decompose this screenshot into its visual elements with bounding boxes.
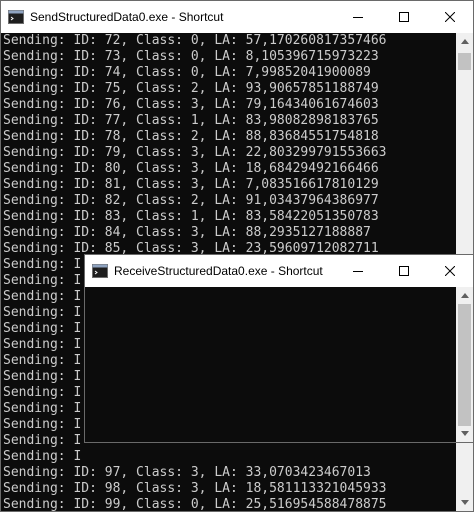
scroll-up-arrow-icon[interactable] xyxy=(456,33,473,50)
console-line: Sending: ID: 79, Class: 3, LA: 22,803299… xyxy=(3,145,387,160)
console-line: Sending: ID: 78, Class: 2, LA: 88,836845… xyxy=(3,129,379,144)
console-line: Sending: ID: 82, Class: 2, LA: 91,034379… xyxy=(3,193,379,208)
console-line: Sending: ID: 77, Class: 1, LA: 83,980828… xyxy=(3,113,379,128)
close-icon xyxy=(445,12,455,22)
receive-titlebar[interactable]: ReceiveStructuredData0.exe - Shortcut xyxy=(85,255,473,287)
send-minimize-button[interactable] xyxy=(335,1,381,33)
console-line: Sending: ID: 72, Class: 0, LA: 57,170260… xyxy=(3,33,387,48)
maximize-icon xyxy=(399,266,409,276)
send-close-button[interactable] xyxy=(427,1,473,33)
receive-maximize-button[interactable] xyxy=(381,255,427,287)
console-line: Sending: ID: 83, Class: 1, LA: 83,584220… xyxy=(3,209,379,224)
console-line: Sending: ID: 74, Class: 0, LA: 7,9985204… xyxy=(3,65,371,80)
scroll-up-arrow-icon[interactable] xyxy=(456,287,473,304)
receive-console-output[interactable] xyxy=(85,287,456,442)
minimize-icon xyxy=(353,271,363,272)
receive-window-title: ReceiveStructuredData0.exe - Shortcut xyxy=(114,264,323,278)
console-line: Sending: ID: 98, Class: 3, LA: 18,581113… xyxy=(3,481,387,496)
console-app-icon xyxy=(8,10,24,24)
send-maximize-button[interactable] xyxy=(381,1,427,33)
console-line: Sending: ID: 73, Class: 0, LA: 8,1053967… xyxy=(3,49,379,64)
minimize-icon xyxy=(353,17,363,18)
console-line: Sending: ID: 80, Class: 3, LA: 18,684294… xyxy=(3,161,379,176)
send-titlebar[interactable]: SendStructuredData0.exe - Shortcut xyxy=(1,1,473,33)
maximize-icon xyxy=(399,12,409,22)
receive-vertical-scrollbar[interactable] xyxy=(456,287,473,442)
scroll-down-arrow-icon[interactable] xyxy=(456,494,473,511)
receive-minimize-button[interactable] xyxy=(335,255,381,287)
console-line: Sending: I xyxy=(3,449,82,464)
send-scroll-thumb[interactable] xyxy=(458,53,471,70)
send-window-title: SendStructuredData0.exe - Shortcut xyxy=(30,10,224,24)
console-line: Sending: ID: 81, Class: 3, LA: 7,0835166… xyxy=(3,177,379,192)
receive-console-window[interactable]: ReceiveStructuredData0.exe - Shortcut xyxy=(84,254,474,443)
close-icon xyxy=(445,266,455,276)
receive-close-button[interactable] xyxy=(427,255,473,287)
console-line: Sending: ID: 84, Class: 3, LA: 88,293512… xyxy=(3,225,371,240)
console-line: Sending: ID: 76, Class: 3, LA: 79,164340… xyxy=(3,97,379,112)
console-app-icon xyxy=(92,264,108,278)
console-line: Sending: ID: 99, Class: 0, LA: 25,516954… xyxy=(3,497,387,511)
console-line: Sending: ID: 97, Class: 3, LA: 33,070342… xyxy=(3,465,371,480)
receive-scroll-thumb[interactable] xyxy=(458,304,471,426)
console-line: Sending: ID: 75, Class: 2, LA: 93,906578… xyxy=(3,81,379,96)
scroll-down-arrow-icon[interactable] xyxy=(456,425,473,442)
